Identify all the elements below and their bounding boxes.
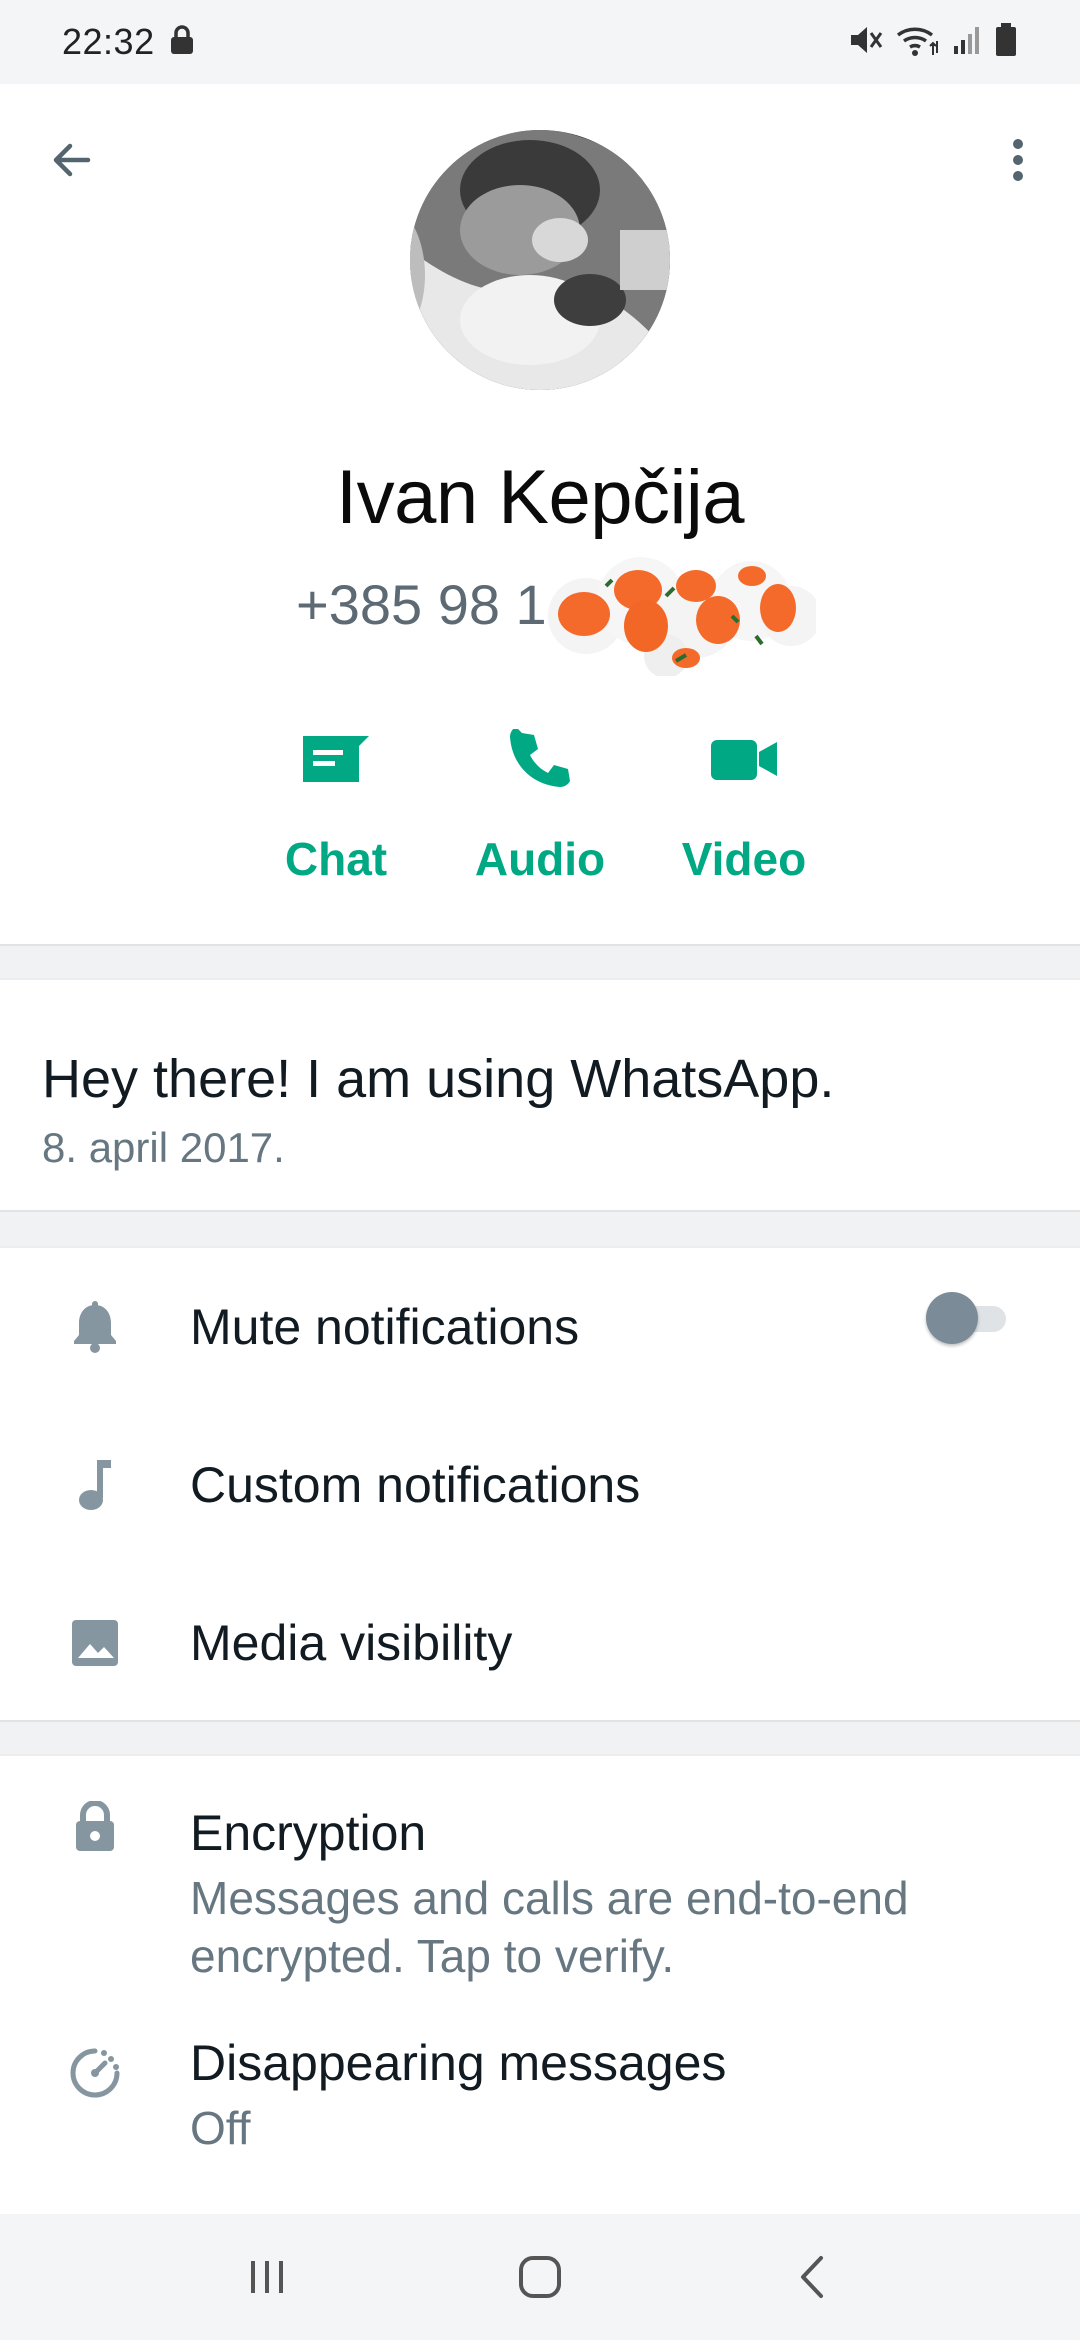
privacy-settings: Encryption Messages and calls are end-to… bbox=[0, 1756, 1080, 2214]
notification-settings: Mute notifications Custom notifications … bbox=[0, 1248, 1080, 1720]
section-divider bbox=[0, 944, 1080, 980]
back-button[interactable] bbox=[40, 128, 104, 192]
mute-status-icon bbox=[848, 23, 884, 62]
audio-action-button[interactable]: Audio bbox=[450, 704, 630, 886]
redaction-sticker bbox=[548, 557, 816, 676]
media-visibility-row[interactable]: Media visibility bbox=[0, 1564, 1080, 1722]
profile-header: Ivan Kepčija +385 98 1 Chat Audio Video bbox=[0, 84, 1080, 944]
custom-notifications-row[interactable]: Custom notifications bbox=[0, 1406, 1080, 1564]
status-time: 22:32 bbox=[62, 21, 155, 62]
custom-notifications-label: Custom notifications bbox=[190, 1457, 641, 1513]
wifi-status-icon bbox=[896, 23, 940, 62]
video-icon bbox=[711, 740, 777, 780]
contact-name: Ivan Kepčija bbox=[335, 455, 745, 540]
about-text: Hey there! I am using WhatsApp. bbox=[42, 1049, 835, 1109]
timer-icon bbox=[66, 2044, 124, 2102]
encryption-title: Encryption bbox=[190, 1805, 427, 1861]
music-note-icon bbox=[66, 1456, 124, 1514]
mute-notifications-row[interactable]: Mute notifications bbox=[0, 1248, 1080, 1406]
lock-icon bbox=[66, 1798, 124, 1856]
section-divider bbox=[0, 1210, 1080, 1248]
recent-apps-icon bbox=[250, 2261, 283, 2293]
system-nav-bar bbox=[0, 2214, 1080, 2340]
about-date: 8. april 2017. bbox=[42, 1124, 285, 1171]
encryption-row[interactable]: Encryption Messages and calls are end-to… bbox=[0, 1756, 1080, 2004]
mute-notifications-label: Mute notifications bbox=[190, 1299, 580, 1355]
media-visibility-label: Media visibility bbox=[190, 1615, 513, 1671]
section-divider bbox=[0, 1720, 1080, 1756]
chevron-left-icon bbox=[801, 2256, 824, 2298]
disappearing-messages-title: Disappearing messages bbox=[190, 2035, 727, 2091]
chat-icon bbox=[303, 736, 369, 782]
video-action-button[interactable]: Video bbox=[654, 704, 834, 886]
mute-notifications-toggle[interactable] bbox=[924, 1290, 1010, 1346]
contact-info-screen: 22:32 Ivan Kepčija +385 98 1 Chat Audio … bbox=[0, 0, 1080, 2340]
avatar[interactable] bbox=[410, 130, 670, 390]
recent-apps-button[interactable] bbox=[222, 2232, 312, 2322]
home-button[interactable] bbox=[495, 2232, 585, 2322]
image-icon bbox=[66, 1614, 124, 1672]
home-icon bbox=[518, 2256, 561, 2298]
encryption-subtitle-line2: encrypted. Tap to verify. bbox=[190, 1930, 675, 1982]
nav-back-button[interactable] bbox=[768, 2232, 858, 2322]
battery-status-icon bbox=[994, 22, 1018, 63]
audio-action-label: Audio bbox=[474, 833, 606, 885]
more-options-button[interactable] bbox=[986, 128, 1050, 192]
chat-action-button[interactable]: Chat bbox=[246, 704, 426, 886]
about-section[interactable]: Hey there! I am using WhatsApp. 8. april… bbox=[0, 980, 1080, 1210]
disappearing-messages-row[interactable]: Disappearing messages Off bbox=[0, 2004, 1080, 2214]
more-vert-icon bbox=[1013, 139, 1023, 181]
profile-photo bbox=[410, 130, 670, 390]
bell-icon bbox=[66, 1298, 124, 1356]
lock-status-icon bbox=[169, 24, 195, 60]
action-buttons: Chat Audio Video bbox=[0, 704, 1080, 904]
disappearing-messages-value: Off bbox=[190, 2102, 251, 2154]
status-icons bbox=[848, 22, 1018, 63]
phone-icon bbox=[510, 729, 570, 787]
arrow-left-icon bbox=[53, 143, 91, 177]
encryption-subtitle-line1: Messages and calls are end-to-end bbox=[190, 1872, 909, 1924]
status-bar: 22:32 bbox=[0, 0, 1080, 84]
signal-status-icon bbox=[952, 24, 982, 61]
chat-action-label: Chat bbox=[284, 833, 388, 885]
video-action-label: Video bbox=[681, 833, 807, 885]
